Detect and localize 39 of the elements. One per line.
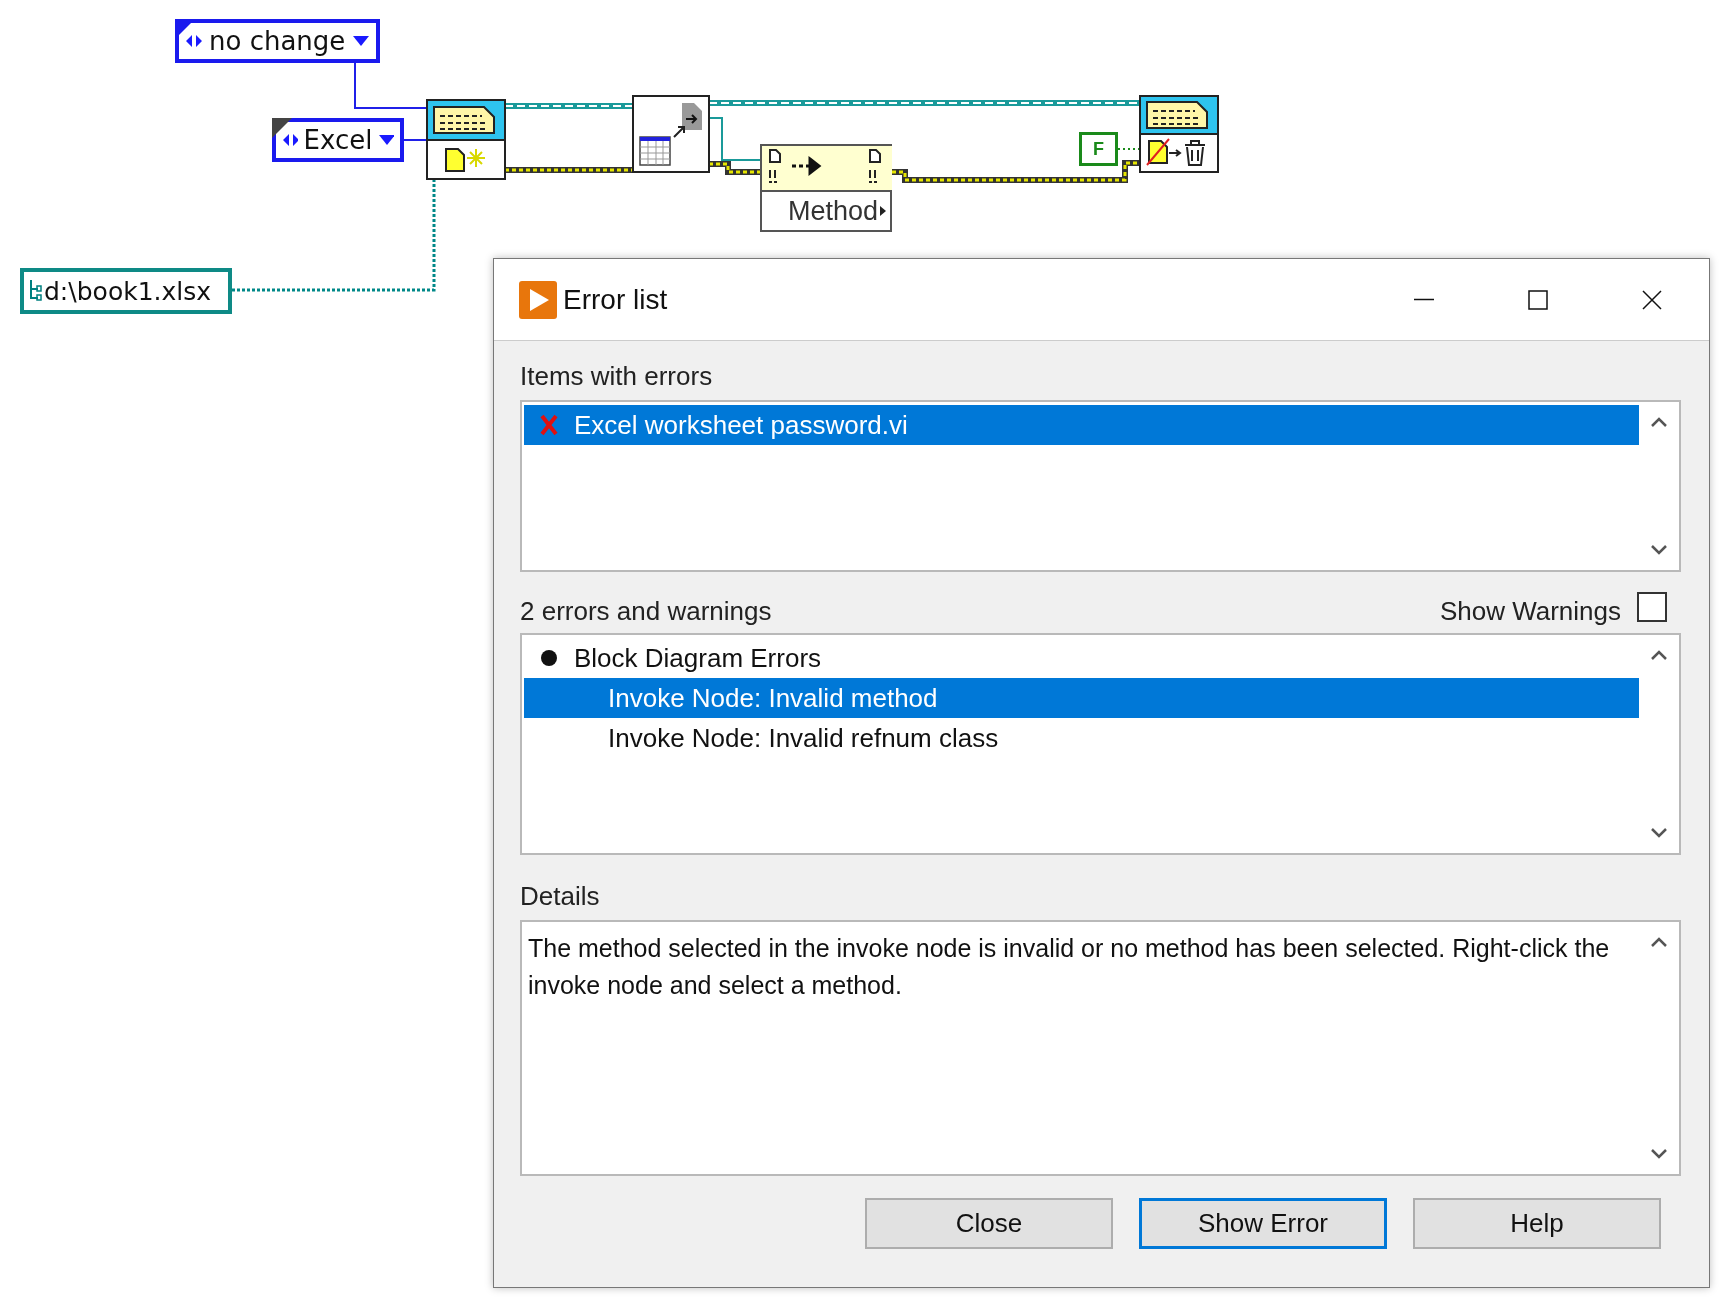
wire xyxy=(403,139,427,141)
tree-item[interactable]: Invoke Node: Invalid refnum class xyxy=(524,718,1639,758)
dropdown-caret-icon xyxy=(352,34,370,48)
details-label: Details xyxy=(520,881,601,912)
dialog-button[interactable]: Help xyxy=(1413,1198,1661,1249)
scroll-up-icon[interactable] xyxy=(1650,649,1668,661)
dialog-button[interactable]: Show Error xyxy=(1139,1198,1387,1249)
tree-item[interactable]: Block Diagram Errors xyxy=(524,638,1639,678)
bullet-icon xyxy=(538,647,560,669)
path-icon xyxy=(28,278,42,304)
scroll-down-icon[interactable] xyxy=(1650,1148,1668,1160)
increment-icon xyxy=(282,132,298,148)
caret-icon xyxy=(880,205,886,217)
minimize-icon xyxy=(1413,298,1435,301)
list-item[interactable]: Excel worksheet password.vi xyxy=(524,405,1639,445)
show-warnings-checkbox[interactable] xyxy=(1637,591,1667,622)
method-label: Method xyxy=(787,195,878,227)
scroll-down-icon[interactable] xyxy=(1650,827,1668,839)
scroll-up-icon[interactable] xyxy=(1650,416,1668,428)
scroll-down-icon[interactable] xyxy=(1650,544,1668,556)
error-x-icon xyxy=(538,414,560,436)
increment-icon xyxy=(185,33,203,49)
count-label: 2 errors and warnings xyxy=(520,596,772,627)
scroll-up-icon[interactable] xyxy=(1650,936,1668,948)
details-text: The method selected in the invoke node is invalid or no method has been selected. Right-click the invoke node and select a method. xyxy=(527,933,1611,1001)
show-warnings-label: Show Warnings xyxy=(1439,596,1621,627)
maximize-icon xyxy=(1527,288,1549,311)
path-constant: d:\book1.xlsx xyxy=(20,268,232,314)
dialog-button[interactable]: Close xyxy=(865,1198,1113,1249)
enum-constant: Excel xyxy=(272,118,404,162)
window-title: Error list xyxy=(563,283,668,316)
items-label: Items with errors xyxy=(520,361,714,392)
dropdown-caret-icon xyxy=(378,133,394,147)
enum-constant: no change xyxy=(175,19,380,63)
tree-item[interactable]: Invoke Node: Invalid method xyxy=(524,678,1639,718)
wire xyxy=(1117,148,1140,150)
app-icon xyxy=(519,280,557,319)
close-icon xyxy=(1641,288,1663,311)
boolean-constant: F xyxy=(1079,132,1118,166)
